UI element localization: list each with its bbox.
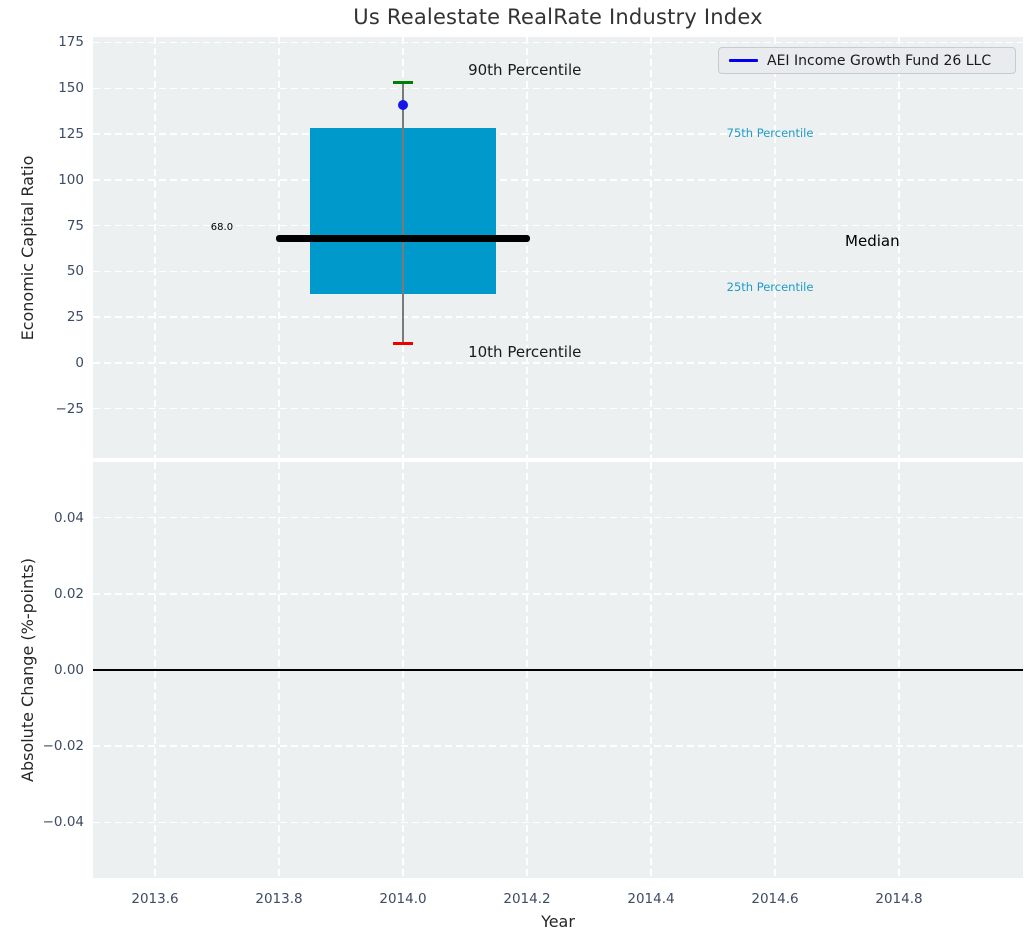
- top-y-tick-label: 125: [58, 126, 84, 142]
- gridline-horizontal: [93, 516, 1023, 519]
- annotation-median: Median: [845, 231, 900, 250]
- gridline-vertical: [650, 37, 652, 458]
- legend-label: AEI Income Growth Fund 26 LLC: [767, 52, 992, 69]
- x-tick-label: 2014.0: [379, 891, 427, 907]
- x-tick-label: 2014.2: [503, 891, 551, 907]
- chart-title: Us Realestate RealRate Industry Index: [353, 5, 763, 29]
- top-y-tick-label: 150: [58, 80, 84, 97]
- annotation-68-0: 68.0: [210, 222, 234, 234]
- top-plot-area: 90th Percentile 10th Percentile Median 75th…: [93, 37, 1023, 458]
- annotation-90th-percentile: 90th Percentile: [468, 61, 582, 80]
- gridline-horizontal: [93, 87, 1023, 89]
- gridline-horizontal: [93, 821, 1023, 824]
- annotation-25th-percentile: 25th Percentile: [726, 279, 814, 294]
- legend: AEI Income Growth Fund 26 LLC: [718, 47, 1016, 74]
- fund-data-point: [398, 99, 408, 110]
- x-tick-label: 2013.6: [131, 891, 179, 907]
- gridline-vertical: [154, 37, 156, 458]
- annotation-75th-percentile: 75th Percentile: [726, 125, 814, 140]
- legend-line-sample: [729, 59, 758, 62]
- bottom-y-tick-label: 0.04: [53, 509, 84, 526]
- zero-line: [93, 669, 1023, 671]
- x-tick-label: 2014.8: [875, 891, 923, 907]
- gridline-horizontal: [93, 745, 1023, 747]
- annotation-10th-percentile: 10th Percentile: [468, 343, 582, 362]
- top-y-tick-label: 100: [58, 171, 84, 188]
- median-line: [275, 234, 531, 242]
- bottom-y-tick-label: 0.02: [53, 585, 84, 602]
- top-y-tick-label: −25: [55, 400, 85, 417]
- gridline-horizontal: [93, 407, 1023, 410]
- gridline-horizontal: [93, 41, 1023, 44]
- gridline-horizontal: [93, 362, 1023, 364]
- top-y-tick-label: 0: [75, 354, 84, 371]
- gridline-vertical: [526, 37, 528, 458]
- bottom-plot-area: [93, 462, 1023, 878]
- figure: Us Realestate RealRate Industry Index 90…: [0, 0, 1034, 942]
- gridline-horizontal: [93, 316, 1023, 318]
- gridline-vertical: [278, 37, 280, 458]
- bottom-y-tick-label: 0.00: [53, 662, 84, 678]
- top-y-axis-label: Economic Capital Ratio: [18, 155, 37, 341]
- gridline-horizontal: [93, 593, 1023, 595]
- x-tick-label: 2014.6: [751, 891, 799, 907]
- x-tick-label: 2014.4: [627, 891, 675, 907]
- top-y-tick-label: 50: [66, 263, 84, 280]
- whisker-line: [402, 82, 404, 344]
- gridline-horizontal: [93, 179, 1023, 181]
- gridline-horizontal: [93, 133, 1023, 135]
- cap-90th-percentile: [393, 81, 413, 85]
- cap-10th-percentile: [393, 342, 413, 346]
- top-y-tick-label: 75: [66, 217, 84, 234]
- x-tick-label: 2013.8: [255, 891, 303, 907]
- bottom-y-tick-label: −0.02: [42, 738, 84, 755]
- top-y-tick-label: 25: [66, 309, 84, 326]
- top-y-tick-label: 175: [58, 34, 84, 51]
- gridline-horizontal: [93, 270, 1023, 273]
- gridline-vertical: [774, 37, 776, 458]
- x-axis-label: Year: [541, 912, 575, 931]
- bottom-y-tick-label: −0.04: [42, 814, 84, 831]
